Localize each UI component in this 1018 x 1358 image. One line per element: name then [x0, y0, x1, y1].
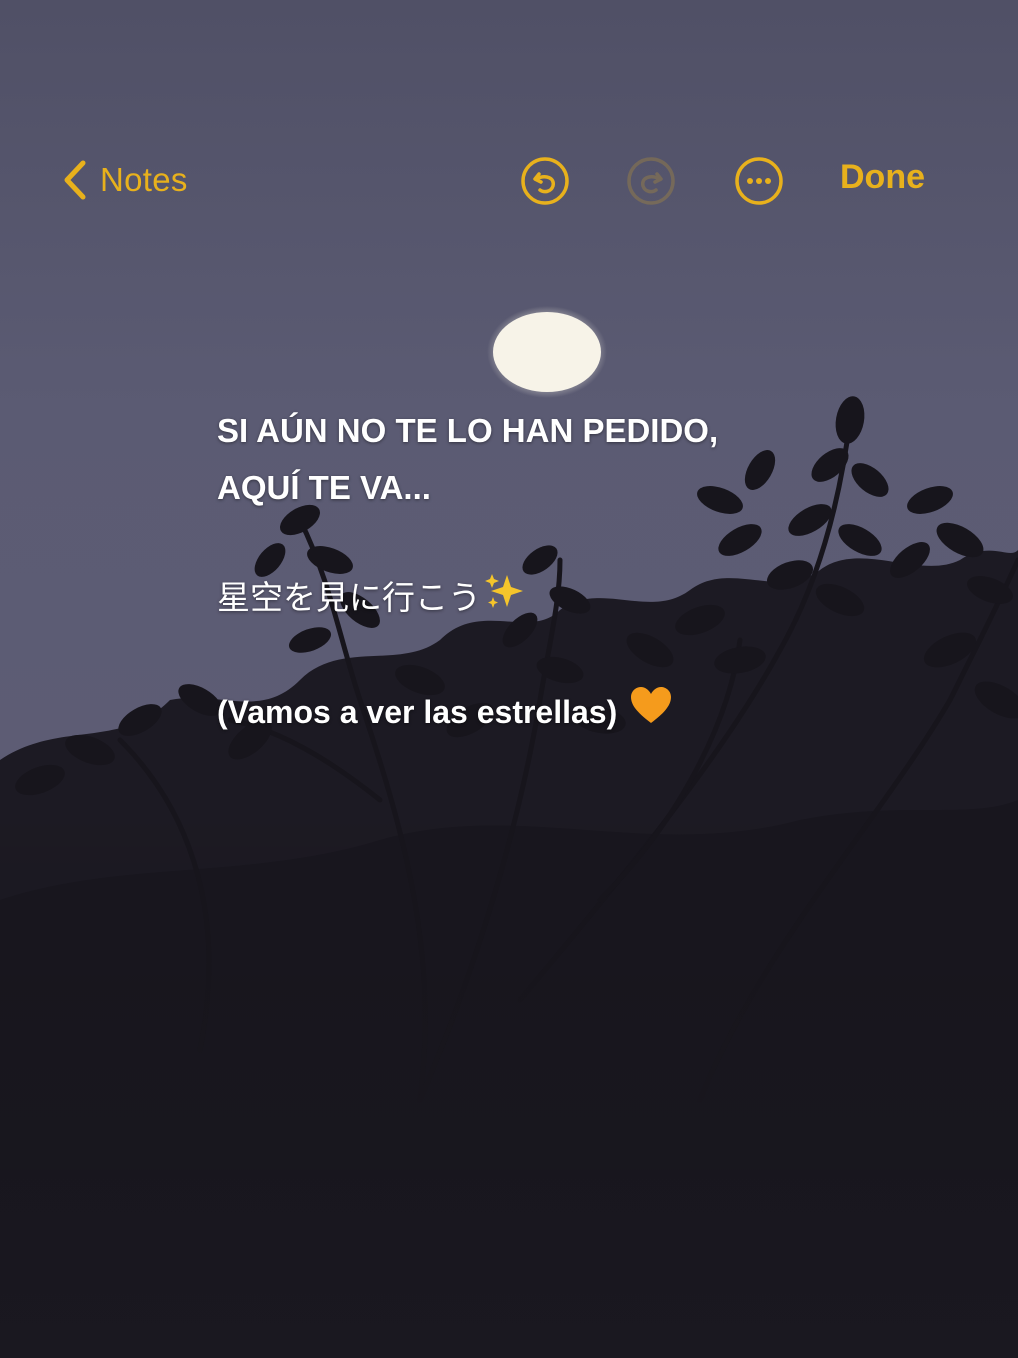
undo-icon [521, 157, 569, 205]
orange-heart-icon [629, 685, 673, 739]
note-line-1: SI AÚN NO TE LO HAN PEDIDO, [217, 412, 719, 449]
japanese-text: 星空を見に行こう [217, 579, 481, 616]
sparkles-icon [483, 571, 527, 625]
moon [487, 306, 607, 398]
more-options-button[interactable] [734, 156, 784, 206]
note-text-area[interactable]: SI AÚN NO TE LO HAN PEDIDO, AQUÍ TE VA..… [217, 402, 857, 739]
undo-button[interactable] [520, 156, 570, 206]
redo-icon [627, 157, 675, 205]
back-to-notes-button[interactable]: Notes [62, 155, 188, 205]
more-icon [735, 157, 783, 205]
note-japanese-line: 星空を見に行こう [217, 571, 857, 625]
translation-text: (Vamos a ver las estrellas) [217, 694, 618, 730]
chevron-left-icon [62, 159, 88, 201]
redo-button[interactable] [626, 156, 676, 206]
done-button[interactable]: Done [840, 158, 925, 197]
note-toolbar: Notes Done [0, 150, 1018, 210]
back-label: Notes [100, 161, 188, 198]
note-line-2: AQUÍ TE VA... [217, 469, 431, 506]
note-translation-line: (Vamos a ver las estrellas) [217, 685, 857, 739]
notes-screen: Notes Done SI AÚN NO TE LO HAN PEDIDO, A… [0, 0, 1018, 1358]
